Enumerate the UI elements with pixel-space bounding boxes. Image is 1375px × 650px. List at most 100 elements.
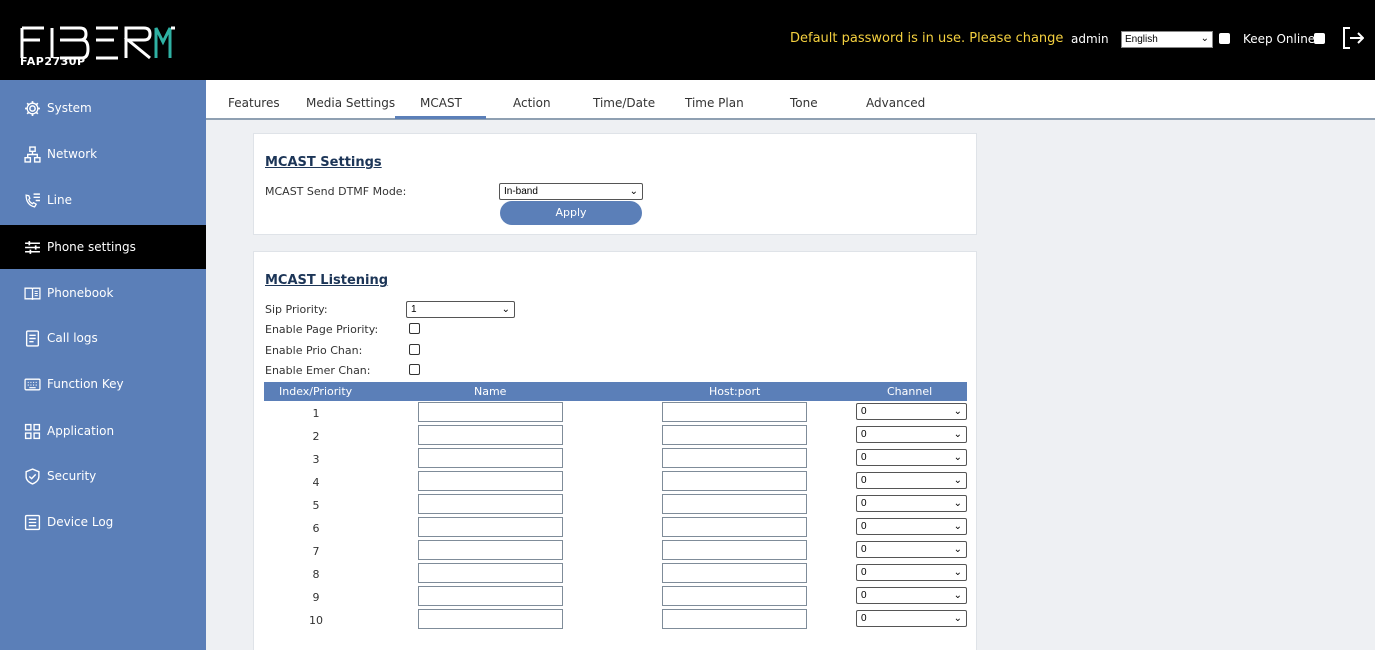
channel-value: 0 (861, 613, 867, 624)
top-header: FAP2730P Default password is in use. Ple… (0, 0, 1375, 80)
tab-mcast[interactable]: MCAST (420, 96, 462, 110)
channel-select[interactable]: 0 ⌄ (856, 564, 967, 581)
row-index: 10 (309, 614, 323, 627)
chevron-down-icon: ⌄ (953, 452, 962, 463)
sidebar-item-label: Phone settings (47, 240, 136, 254)
row-index: 4 (312, 476, 320, 489)
channel-select[interactable]: 0 ⌄ (856, 472, 967, 489)
dtmf-mode-value: In-band (504, 186, 538, 197)
sidebar-item-system[interactable]: System (0, 86, 206, 130)
tab-features[interactable]: Features (228, 96, 280, 110)
page-priority-checkbox[interactable] (409, 323, 420, 334)
host-port-input[interactable] (662, 586, 807, 606)
channel-select[interactable]: 0 ⌄ (856, 541, 967, 558)
host-port-input[interactable] (662, 517, 807, 537)
channel-select[interactable]: 0 ⌄ (856, 426, 967, 443)
row-index: 8 (312, 568, 320, 581)
sidebar-item-function-key[interactable]: Function Key (0, 362, 206, 406)
chevron-down-icon: ⌄ (953, 567, 962, 578)
username: admin (1071, 32, 1109, 46)
row-index: 7 (312, 545, 320, 558)
sip-priority-select[interactable]: 1 ⌄ (406, 301, 515, 318)
chevron-down-icon: ⌄ (953, 521, 962, 532)
host-port-input[interactable] (662, 448, 807, 468)
name-input[interactable] (418, 563, 563, 583)
chevron-down-icon: ⌄ (1200, 33, 1209, 44)
host-port-input[interactable] (662, 425, 807, 445)
sidebar-item-label: Line (47, 193, 73, 207)
dtmf-mode-select[interactable]: In-band ⌄ (499, 183, 643, 200)
sip-priority-label: Sip Priority: (265, 303, 328, 316)
tab-action[interactable]: Action (513, 96, 551, 110)
language-checkbox[interactable] (1219, 33, 1230, 44)
prio-chan-checkbox[interactable] (409, 344, 420, 355)
active-tab-indicator (395, 116, 486, 119)
channel-value: 0 (861, 475, 867, 486)
prio-chan-label: Enable Prio Chan: (265, 344, 363, 357)
apply-button[interactable]: Apply (500, 201, 642, 225)
channel-select[interactable]: 0 ⌄ (856, 610, 967, 627)
chevron-down-icon: ⌄ (953, 475, 962, 486)
name-input[interactable] (418, 448, 563, 468)
channel-value: 0 (861, 544, 867, 555)
name-input[interactable] (418, 517, 563, 537)
host-port-input[interactable] (662, 471, 807, 491)
language-select[interactable]: English ⌄ (1121, 31, 1213, 48)
channel-value: 0 (861, 406, 867, 417)
sidebar-item-call-logs[interactable]: Call logs (0, 316, 206, 360)
channel-select[interactable]: 0 ⌄ (856, 403, 967, 420)
name-input[interactable] (418, 471, 563, 491)
book-icon (24, 287, 41, 300)
sidebar-item-security[interactable]: Security (0, 454, 206, 498)
sidebar-item-phone-settings[interactable]: Phone settings (0, 225, 206, 269)
sliders-icon (25, 240, 40, 254)
channel-select[interactable]: 0 ⌄ (856, 587, 967, 604)
channel-select[interactable]: 0 ⌄ (856, 495, 967, 512)
sidebar-item-network[interactable]: Network (0, 132, 206, 176)
tab-media-settings[interactable]: Media Settings (306, 96, 395, 110)
chevron-down-icon: ⌄ (953, 613, 962, 624)
sidebar: System Network Line Phone settings Phone… (0, 80, 206, 650)
column-header-index: Index/Priority (279, 385, 353, 398)
tab-time-date[interactable]: Time/Date (593, 96, 655, 110)
network-icon (24, 145, 41, 163)
channel-select[interactable]: 0 ⌄ (856, 449, 967, 466)
tab-tone[interactable]: Tone (790, 96, 818, 110)
table-header: Index/Priority Name Host:port Channel (264, 382, 967, 401)
mcast-listening-title: MCAST Listening (265, 273, 389, 288)
mcast-settings-title: MCAST Settings (265, 155, 382, 170)
sidebar-item-label: Network (47, 147, 98, 161)
gear-icon (25, 100, 40, 116)
host-port-input[interactable] (662, 402, 807, 422)
chevron-down-icon: ⌄ (953, 429, 962, 440)
row-index: 6 (312, 522, 320, 535)
host-port-input[interactable] (662, 494, 807, 514)
host-port-input[interactable] (662, 563, 807, 583)
emer-chan-checkbox[interactable] (409, 364, 420, 375)
tab-advanced[interactable]: Advanced (866, 96, 925, 110)
channel-select[interactable]: 0 ⌄ (856, 518, 967, 535)
name-input[interactable] (418, 540, 563, 560)
sidebar-item-application[interactable]: Application (0, 409, 206, 453)
log-icon (24, 514, 41, 530)
channel-value: 0 (861, 521, 867, 532)
tab-time-plan[interactable]: Time Plan (685, 96, 744, 110)
host-port-input[interactable] (662, 609, 807, 629)
name-input[interactable] (418, 402, 563, 422)
name-input[interactable] (418, 425, 563, 445)
sidebar-item-phonebook[interactable]: Phonebook (0, 271, 206, 315)
document-icon (25, 329, 40, 347)
name-input[interactable] (418, 586, 563, 606)
keep-online-checkbox[interactable] (1314, 33, 1325, 44)
sidebar-item-label: Call logs (47, 331, 98, 345)
logout-icon[interactable] (1342, 26, 1364, 50)
mcast-listening-panel: MCAST Listening Sip Priority: 1 ⌄ Enable… (253, 251, 977, 650)
default-password-warning[interactable]: Default password is in use. Please chang… (790, 31, 1063, 46)
sidebar-item-line[interactable]: Line (0, 178, 206, 222)
name-input[interactable] (418, 609, 563, 629)
host-port-input[interactable] (662, 540, 807, 560)
phone-list-icon (25, 192, 40, 208)
sidebar-item-device-log[interactable]: Device Log (0, 500, 206, 544)
row-index: 9 (312, 591, 320, 604)
name-input[interactable] (418, 494, 563, 514)
